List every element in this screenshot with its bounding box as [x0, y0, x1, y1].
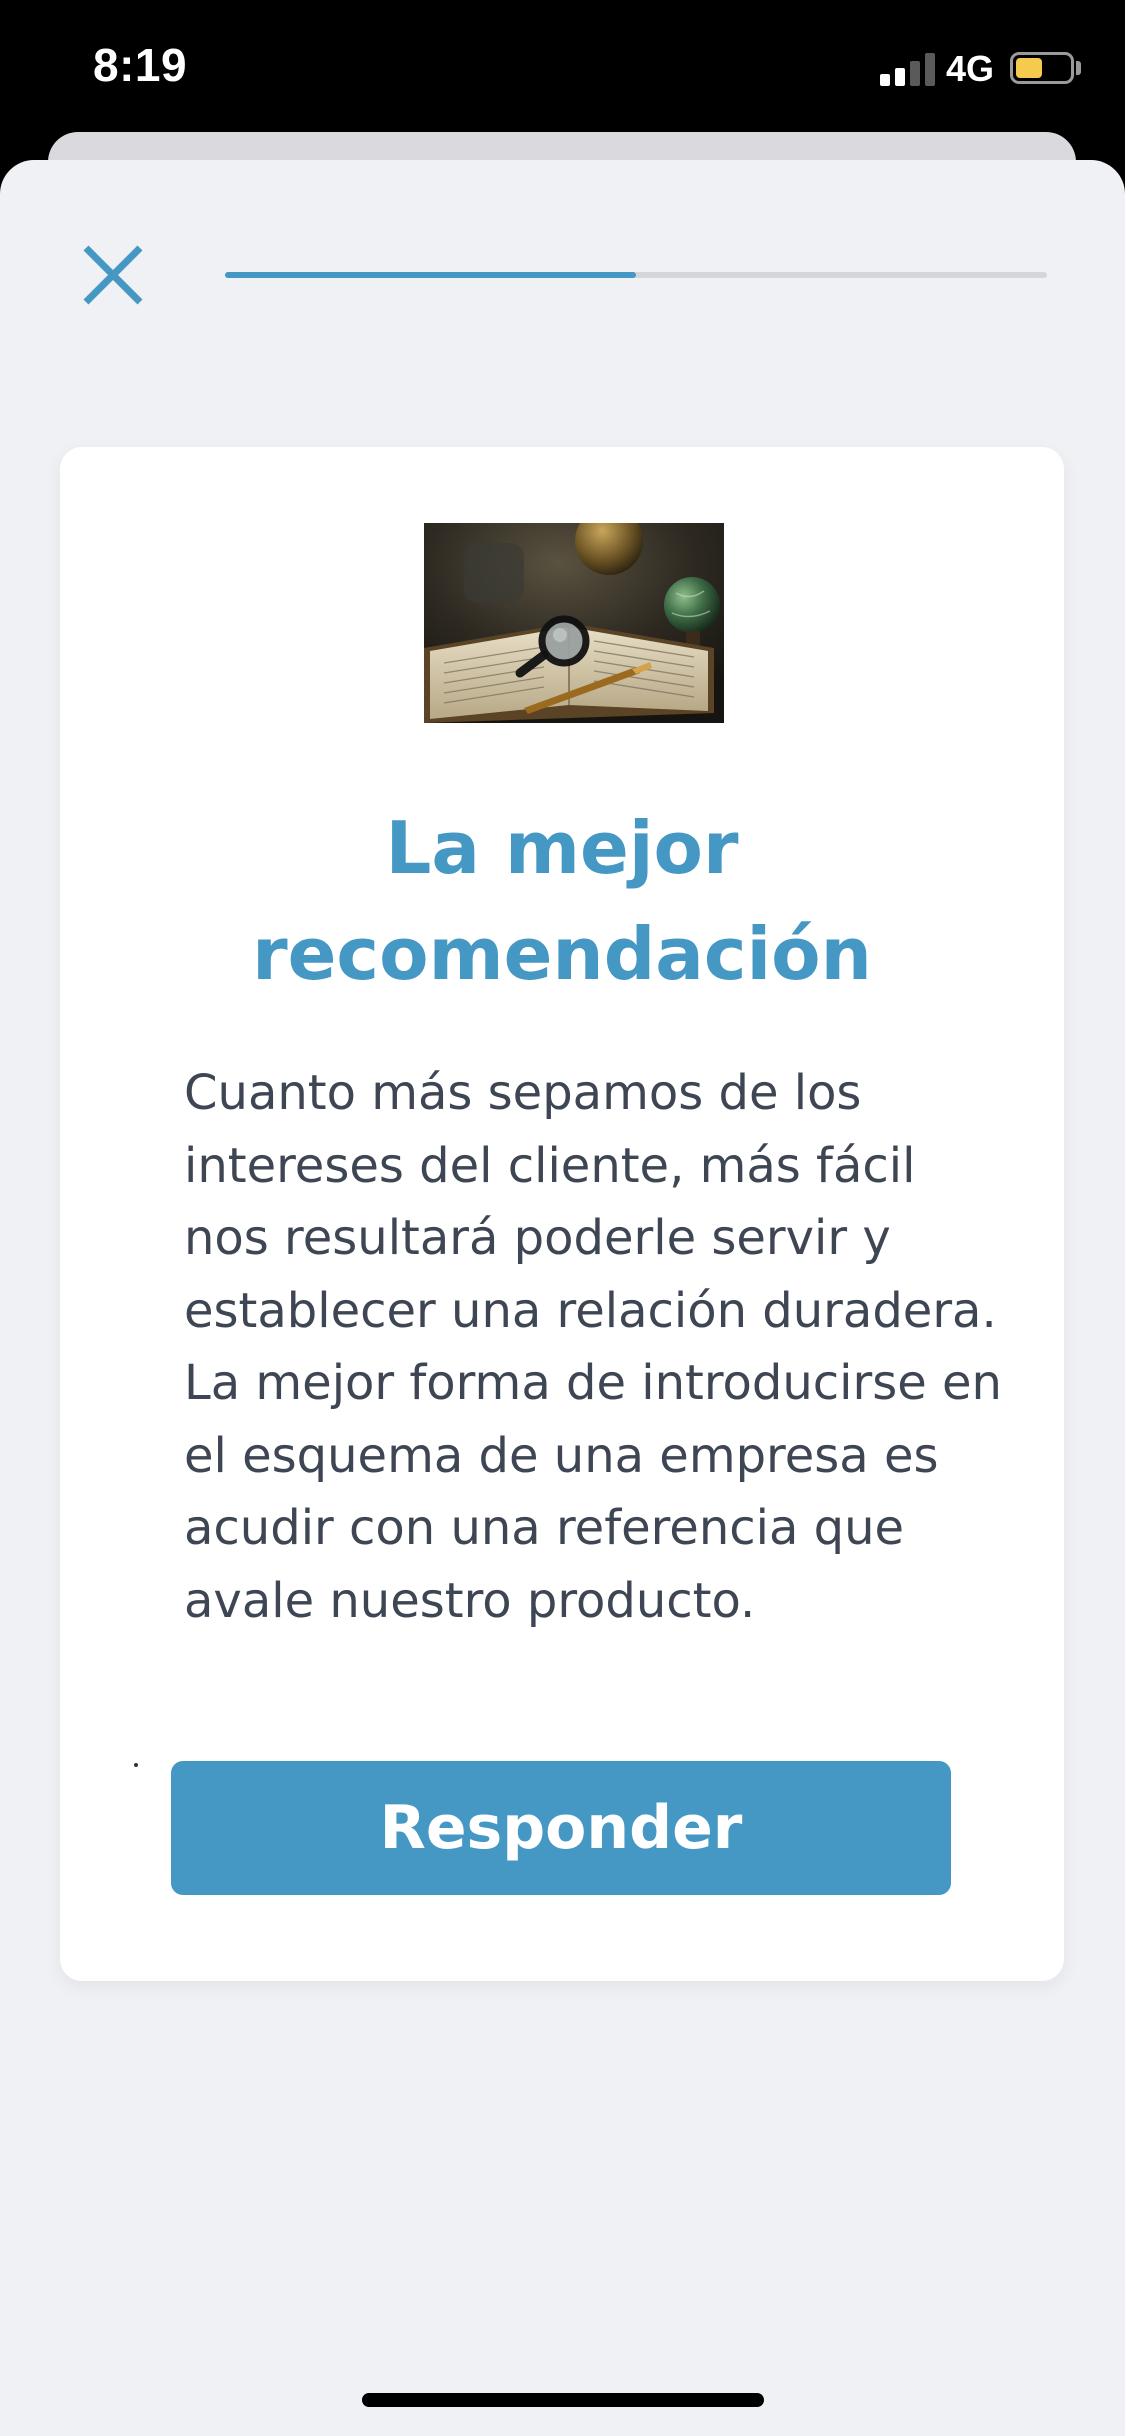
card-body-text: Cuanto más sepamos de los intereses del …	[184, 1065, 1002, 1629]
cellular-signal-icon	[880, 52, 936, 86]
magnifying-glass-book-image	[424, 523, 724, 723]
close-icon	[83, 245, 143, 305]
card-title: La mejor recomendación	[252, 806, 872, 996]
lesson-card: La mejor recomendación Cuanto más sepamo…	[60, 447, 1064, 1981]
close-button[interactable]	[78, 240, 148, 310]
respond-button[interactable]: Responder	[171, 1761, 951, 1895]
network-type-label: 4G	[946, 48, 995, 89]
battery-level-fill	[1016, 58, 1042, 78]
battery-icon	[1010, 52, 1074, 84]
progress-bar-fill	[225, 272, 636, 278]
status-bar: 8:19 4G	[0, 0, 1125, 150]
status-time: 8:19	[93, 39, 188, 91]
home-indicator[interactable]	[362, 2393, 764, 2407]
progress-bar	[225, 272, 1047, 278]
battery-tip	[1076, 61, 1081, 75]
divider-dot	[134, 1763, 138, 1767]
